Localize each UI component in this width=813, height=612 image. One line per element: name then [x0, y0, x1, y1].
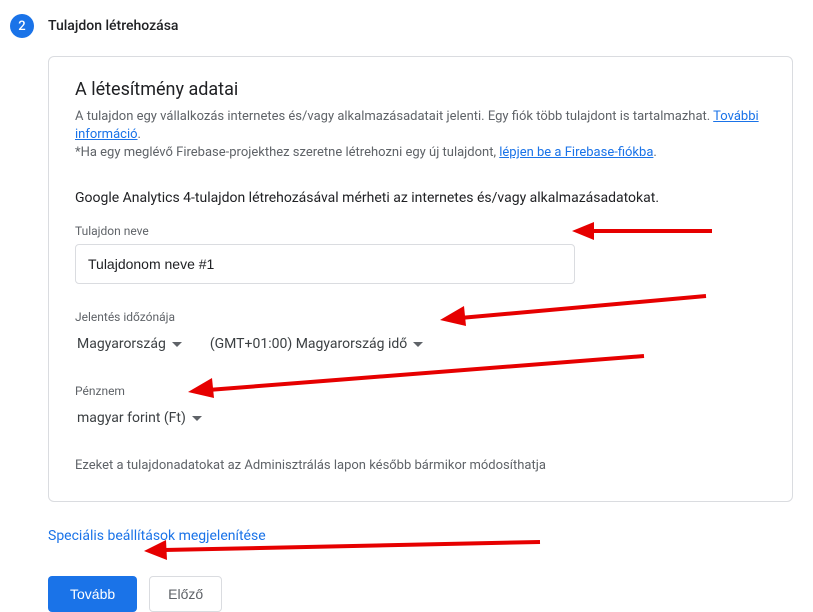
chevron-down-icon — [413, 342, 423, 347]
section-intro: Google Analytics 4-tulajdon létrehozásáv… — [75, 190, 766, 206]
timezone-country-value: Magyarország — [77, 336, 166, 352]
currency-dropdown[interactable]: magyar forint (Ft) — [75, 404, 204, 432]
chevron-down-icon — [172, 342, 182, 347]
step-number-badge: 2 — [10, 14, 34, 38]
chevron-down-icon — [192, 416, 202, 421]
currency-value: magyar forint (Ft) — [77, 410, 186, 426]
desc-text-1: A tulajdon egy vállalkozás internetes és… — [75, 109, 713, 124]
desc-text-2: *Ha egy meglévő Firebase-projekthez szer… — [75, 145, 499, 160]
property-details-card: A létesítmény adatai A tulajdon egy váll… — [48, 56, 793, 502]
next-button[interactable]: Tovább — [48, 576, 137, 612]
advanced-settings-link[interactable]: Speciális beállítások megjelenítése — [48, 528, 266, 544]
property-name-input[interactable] — [75, 244, 575, 284]
step-title: Tulajdon létrehozása — [48, 18, 178, 34]
timezone-value-dropdown[interactable]: (GMT+01:00) Magyarország idő — [208, 330, 425, 358]
timezone-country-dropdown[interactable]: Magyarország — [75, 330, 184, 358]
currency-label: Pénznem — [75, 384, 766, 398]
desc-text-1b: . — [138, 127, 141, 142]
admin-note: Ezeket a tulajdonadatokat az Adminisztrá… — [75, 458, 766, 473]
property-name-label: Tulajdon neve — [75, 224, 766, 238]
timezone-label: Jelentés időzónája — [75, 310, 766, 324]
card-description: A tulajdon egy vállalkozás internetes és… — [75, 108, 766, 162]
card-title: A létesítmény adatai — [75, 79, 766, 100]
desc-text-2b: . — [653, 145, 656, 160]
prev-button[interactable]: Előző — [149, 576, 222, 612]
timezone-value: (GMT+01:00) Magyarország idő — [210, 336, 407, 352]
firebase-login-link[interactable]: lépjen be a Firebase-fiókba — [499, 145, 653, 160]
